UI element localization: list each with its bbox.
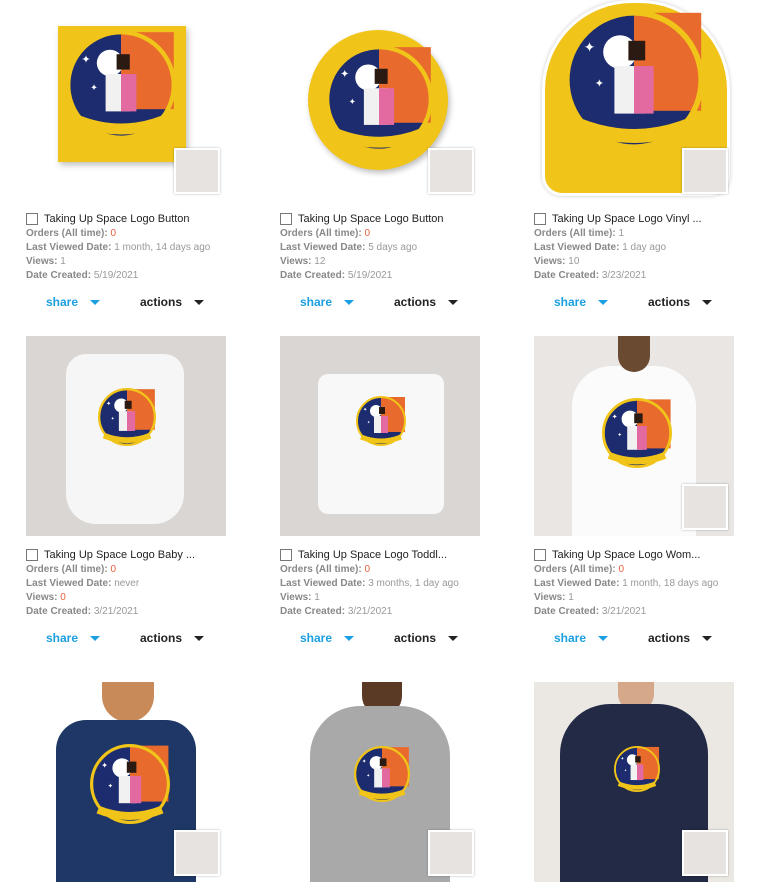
created-line: Date Created: 3/21/2021: [534, 606, 647, 617]
product-image[interactable]: [534, 0, 734, 200]
logo-image: [614, 746, 660, 792]
product-image[interactable]: [280, 682, 480, 882]
share-button[interactable]: share: [280, 295, 394, 309]
orders-line: Orders (All time): 0: [280, 228, 371, 239]
views-line: Views: 1: [534, 592, 574, 603]
share-dropdown-icon[interactable]: [598, 299, 609, 305]
product-card[interactable]: Taking Up Space Logo Baby ... Orders (Al…: [26, 336, 228, 645]
logo-image: [356, 396, 406, 446]
checkbox-icon[interactable]: [280, 213, 292, 225]
product-card[interactable]: Taking Up Space Logo Toddl... Orders (Al…: [280, 336, 482, 645]
mini-thumbnail[interactable]: [682, 148, 728, 194]
checkbox-icon[interactable]: [280, 549, 292, 561]
product-title[interactable]: Taking Up Space Logo Baby ...: [44, 549, 195, 561]
product-image[interactable]: [534, 682, 734, 882]
mini-thumbnail[interactable]: [174, 148, 220, 194]
actions-dropdown-icon[interactable]: [194, 635, 205, 641]
model-hair: [618, 336, 650, 372]
product-title[interactable]: Taking Up Space Logo Toddl...: [298, 549, 447, 561]
share-dropdown-icon[interactable]: [598, 635, 609, 641]
views-line: Views: 10: [534, 256, 580, 267]
logo-image: [66, 30, 176, 140]
created-line: Date Created: 3/23/2021: [534, 270, 647, 281]
actions-button[interactable]: actions: [140, 295, 205, 309]
share-button[interactable]: share: [26, 295, 140, 309]
actions-button[interactable]: actions: [394, 631, 459, 645]
views-line: Views: 1: [26, 256, 66, 267]
share-dropdown-icon[interactable]: [344, 299, 355, 305]
share-dropdown-icon[interactable]: [90, 635, 101, 641]
orders-line: Orders (All time): 0: [534, 564, 625, 575]
actions-button[interactable]: actions: [140, 631, 205, 645]
share-button[interactable]: share: [26, 631, 140, 645]
last-viewed-line: Last Viewed Date: 1 month, 14 days ago: [26, 242, 211, 253]
last-viewed-line: Last Viewed Date: 5 days ago: [280, 242, 418, 253]
created-line: Date Created: 5/19/2021: [280, 270, 393, 281]
last-viewed-line: Last Viewed Date: 1 day ago: [534, 242, 667, 253]
product-image[interactable]: [534, 336, 734, 536]
product-image[interactable]: [26, 0, 226, 200]
actions-dropdown-icon[interactable]: [448, 635, 459, 641]
mini-thumbnail[interactable]: [682, 830, 728, 876]
product-title[interactable]: Taking Up Space Logo Vinyl ...: [552, 213, 702, 225]
logo-image: [90, 744, 170, 824]
logo-image: [354, 746, 410, 802]
share-button[interactable]: share: [534, 295, 648, 309]
orders-line: Orders (All time): 0: [26, 564, 117, 575]
checkbox-icon[interactable]: [26, 549, 38, 561]
model-head: [102, 682, 154, 722]
last-viewed-line: Last Viewed Date: never: [26, 578, 140, 589]
mini-thumbnail[interactable]: [174, 830, 220, 876]
logo-image: [98, 388, 156, 446]
views-line: Views: 1: [280, 592, 320, 603]
logo-image: [602, 398, 672, 468]
created-line: Date Created: 3/21/2021: [26, 606, 139, 617]
orders-line: Orders (All time): 1: [534, 228, 625, 239]
created-line: Date Created: 3/21/2021: [280, 606, 393, 617]
checkbox-icon[interactable]: [534, 213, 546, 225]
mini-thumbnail[interactable]: [428, 148, 474, 194]
product-title[interactable]: Taking Up Space Logo Button: [298, 213, 444, 225]
actions-button[interactable]: actions: [648, 295, 713, 309]
actions-button[interactable]: actions: [394, 295, 459, 309]
product-card[interactable]: [280, 682, 482, 882]
mini-thumbnail[interactable]: [682, 484, 728, 530]
last-viewed-line: Last Viewed Date: 3 months, 1 day ago: [280, 578, 459, 589]
product-image[interactable]: [280, 0, 480, 200]
actions-dropdown-icon[interactable]: [448, 299, 459, 305]
last-viewed-line: Last Viewed Date: 1 month, 18 days ago: [534, 578, 719, 589]
share-dropdown-icon[interactable]: [90, 299, 101, 305]
actions-button[interactable]: actions: [648, 631, 713, 645]
actions-dropdown-icon[interactable]: [194, 299, 205, 305]
actions-dropdown-icon[interactable]: [702, 299, 713, 305]
share-dropdown-icon[interactable]: [344, 635, 355, 641]
product-image[interactable]: [26, 682, 226, 882]
logo-image: [325, 45, 433, 153]
created-line: Date Created: 5/19/2021: [26, 270, 139, 281]
product-title[interactable]: Taking Up Space Logo Button: [44, 213, 190, 225]
views-line: Views: 0: [26, 592, 66, 603]
product-image[interactable]: [280, 336, 480, 536]
product-card[interactable]: Taking Up Space Logo Button Orders (All …: [280, 0, 482, 309]
product-card[interactable]: [534, 682, 736, 882]
share-button[interactable]: share: [534, 631, 648, 645]
actions-dropdown-icon[interactable]: [702, 635, 713, 641]
mini-thumbnail[interactable]: [428, 830, 474, 876]
checkbox-icon[interactable]: [26, 213, 38, 225]
product-card[interactable]: Taking Up Space Logo Vinyl ... Orders (A…: [534, 0, 736, 309]
views-line: Views: 12: [280, 256, 326, 267]
orders-line: Orders (All time): 0: [26, 228, 117, 239]
share-button[interactable]: share: [280, 631, 394, 645]
orders-line: Orders (All time): 0: [280, 564, 371, 575]
logo-image: [564, 10, 704, 150]
product-card[interactable]: [26, 682, 228, 882]
product-title[interactable]: Taking Up Space Logo Wom...: [552, 549, 700, 561]
checkbox-icon[interactable]: [534, 549, 546, 561]
product-card[interactable]: Taking Up Space Logo Button Orders (All …: [26, 0, 228, 309]
product-card[interactable]: Taking Up Space Logo Wom... Orders (All …: [534, 336, 736, 645]
product-image[interactable]: [26, 336, 226, 536]
